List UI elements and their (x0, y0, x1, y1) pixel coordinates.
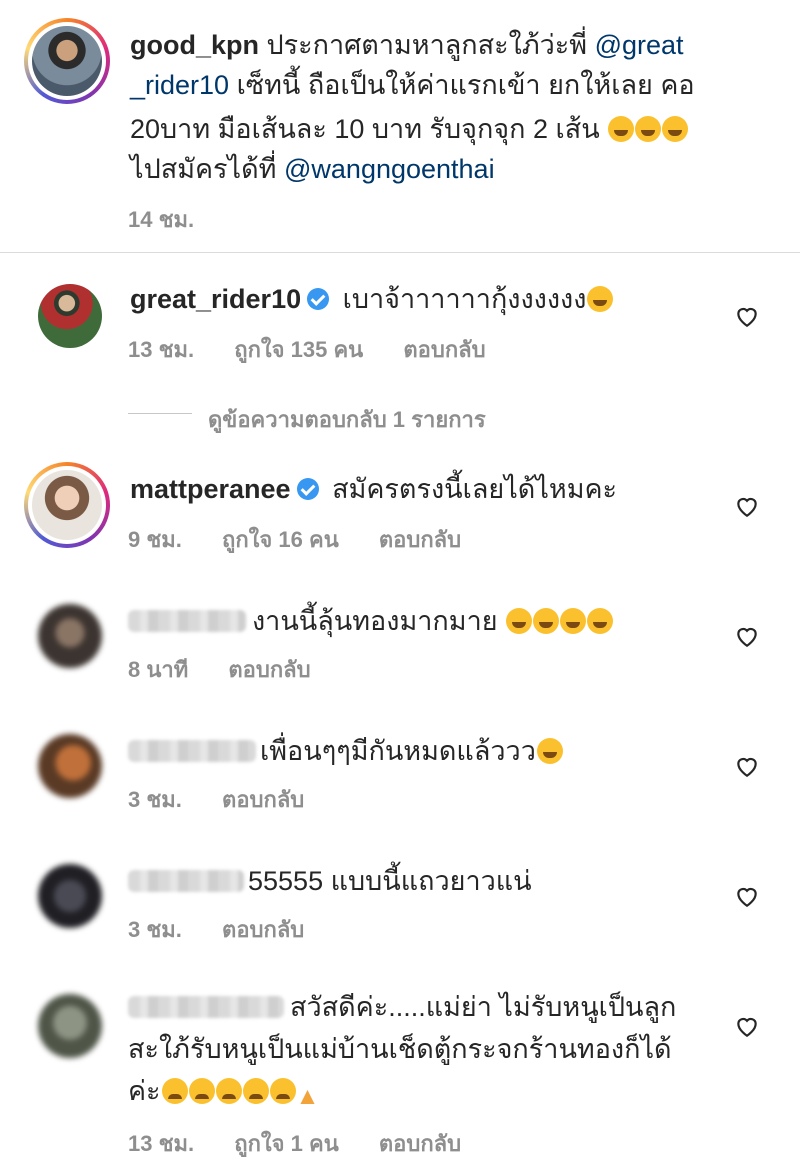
post-divider (0, 252, 800, 253)
comment-text: 55555 แบบนี้แถวยาวแน่ (248, 866, 532, 896)
reply-button[interactable]: ตอบกลับ (379, 527, 461, 552)
comment-time: 13 ชม. (128, 337, 195, 362)
comment-time: 3 ชม. (128, 787, 182, 812)
crazy-face-emoji-icon (608, 116, 635, 142)
reply-button[interactable]: ตอบกลับ (228, 657, 310, 682)
comment-text-row: mattperanee สมัครตรงนี้เลยได้ไหมคะ (130, 470, 617, 508)
reply-button[interactable]: ตอบกลับ (222, 917, 304, 942)
crying-emoji-icon (269, 1078, 296, 1104)
heart-eyes-emoji-icon (635, 116, 662, 142)
view-replies-button[interactable]: ดูข้อความตอบกลับ 1 รายการ (208, 402, 486, 437)
post-caption-line-3: 20บาท มือเส้นละ 10 บาท รับจุกจุก 2 เส้น (130, 110, 689, 148)
comment-text-row: 55555 แบบนี้แถวยาวแน่ (248, 862, 532, 900)
post-username[interactable]: good_kpn (130, 30, 259, 60)
heart-outline-icon[interactable] (734, 304, 760, 328)
comment-text-row: great_rider10 เบาจ้าาาาาากุ้งงงงงง (130, 280, 614, 318)
blurred-username (128, 740, 256, 762)
comment-avatar[interactable] (38, 994, 102, 1058)
comment-avatar[interactable] (38, 864, 102, 928)
comment-avatar (32, 470, 102, 540)
comment-username[interactable]: great_rider10 (130, 284, 301, 314)
comment-text-line-1: สวัสดีค่ะ.....แม่ย่า ไม่รับหนูเป็นลูก (290, 988, 676, 1026)
comment-text: ค่ะ (128, 1076, 161, 1106)
comment-time: 3 ชม. (128, 917, 182, 942)
post-caption-text-2: เซ็ทนี้ ถือเป็นให้ค่าแรกเข้า ยกให้เลย คอ (236, 70, 695, 100)
reply-button[interactable]: ตอบกลับ (379, 1131, 461, 1156)
comment-likes[interactable]: ถูกใจ 135 คน (234, 337, 363, 362)
comment-avatar[interactable] (38, 604, 102, 668)
comment-username[interactable]: mattperanee (130, 474, 291, 504)
heart-outline-icon[interactable] (734, 1014, 760, 1038)
laughing-emoji-icon (506, 608, 533, 634)
crying-emoji-icon (188, 1078, 215, 1104)
reply-button[interactable]: ตอบกลับ (403, 337, 485, 362)
laughing-emoji-icon (587, 286, 614, 312)
comment-meta: 3 ชม. ตอบกลับ (128, 912, 338, 947)
post-avatar-frame (28, 22, 106, 100)
laughing-emoji-icon (536, 738, 563, 764)
reply-button[interactable]: ตอบกลับ (222, 787, 304, 812)
post-mention-great[interactable]: @great (595, 30, 684, 60)
blurred-username (128, 870, 244, 892)
comment-time: 13 ชม. (128, 1131, 195, 1156)
post-caption-text-4: ไปสมัครได้ที่ (130, 154, 277, 184)
blurred-username (128, 610, 246, 632)
post-time: 14 ชม. (128, 207, 195, 232)
comment-meta: 9 ชม. ถูกใจ 16 คน ตอบกลับ (128, 522, 495, 557)
comment-time: 9 ชม. (128, 527, 182, 552)
comment-avatar[interactable] (38, 284, 102, 348)
laughing-emoji-icon (533, 608, 560, 634)
comment-text-row: เพื่อนๆๆมีกันหมดแล้ววว (260, 732, 563, 770)
comment-text: สวัสดีค่ะ.....แม่ย่า ไม่รับหนูเป็นลูก (290, 992, 677, 1022)
post-caption-line-2: _rider10 เซ็ทนี้ ถือเป็นให้ค่าแรกเข้า ยก… (130, 66, 695, 104)
tongue-wink-emoji-icon (662, 116, 689, 142)
crying-emoji-icon (242, 1078, 269, 1104)
folded-hands-emoji-icon: ▲ (295, 1083, 320, 1110)
comment-text: งานนี้ลุ้นทองมากมาย (252, 606, 498, 636)
comment-meta: 3 ชม. ตอบกลับ (128, 782, 338, 817)
verified-badge-icon (296, 478, 319, 500)
post-avatar-ring[interactable] (24, 18, 110, 104)
comment-text-row: งานนี้ลุ้นทองมากมาย (252, 602, 614, 640)
comment-avatar-ring[interactable] (24, 462, 110, 548)
comment-likes[interactable]: ถูกใจ 1 คน (234, 1131, 339, 1156)
post-avatar (32, 26, 102, 96)
comment-text: สมัครตรงนี้เลยได้ไหมคะ (332, 474, 618, 504)
comment-text-line-3: ค่ะ ▲ (128, 1072, 322, 1110)
comment-meta: 13 ชม. ถูกใจ 135 คน ตอบกลับ (128, 332, 520, 367)
laughing-emoji-icon (560, 608, 587, 634)
comment-text-line-2: สะใภ้รับหนูเป็นแม่บ้านเช็ดตู้กระจกร้านทอ… (128, 1030, 672, 1068)
comment-meta: 8 นาที ตอบกลับ (128, 652, 345, 687)
heart-outline-icon[interactable] (734, 494, 760, 518)
verified-badge-icon (307, 288, 330, 310)
comment-avatar-frame (28, 466, 106, 544)
post-mention-wangngoenthai[interactable]: @wangngoenthai (284, 154, 495, 184)
comment-time: 8 นาที (128, 657, 189, 682)
comment-text: เบาจ้าาาาาากุ้งงงงงง (342, 284, 587, 314)
comment-text: เพื่อนๆๆมีกันหมดแล้ววว (260, 736, 536, 766)
laughing-emoji-icon (587, 608, 614, 634)
blurred-username (128, 996, 284, 1018)
post-caption-text-3: 20บาท มือเส้นละ 10 บาท รับจุกจุก 2 เส้น (130, 114, 600, 144)
crying-emoji-icon (215, 1078, 242, 1104)
heart-outline-icon[interactable] (734, 884, 760, 908)
heart-outline-icon[interactable] (734, 624, 760, 648)
comment-text: สะใภ้รับหนูเป็นแม่บ้านเช็ดตู้กระจกร้านทอ… (128, 1034, 672, 1064)
post-mention-great-cont[interactable]: _rider10 (130, 70, 229, 100)
view-replies-line (128, 413, 192, 414)
comment-likes[interactable]: ถูกใจ 16 คน (222, 527, 339, 552)
comment-avatar[interactable] (38, 734, 102, 798)
post-caption-line-4: ไปสมัครได้ที่ @wangngoenthai (130, 150, 495, 188)
heart-outline-icon[interactable] (734, 754, 760, 778)
crying-emoji-icon (161, 1078, 188, 1104)
comment-meta: 13 ชม. ถูกใจ 1 คน ตอบกลับ (128, 1126, 495, 1161)
post-caption-text-1: ประกาศตามหาลูกสะใภ้ว่ะพี่ (266, 30, 588, 60)
post-caption-line-1: good_kpn ประกาศตามหาลูกสะใภ้ว่ะพี่ @grea… (130, 26, 684, 64)
